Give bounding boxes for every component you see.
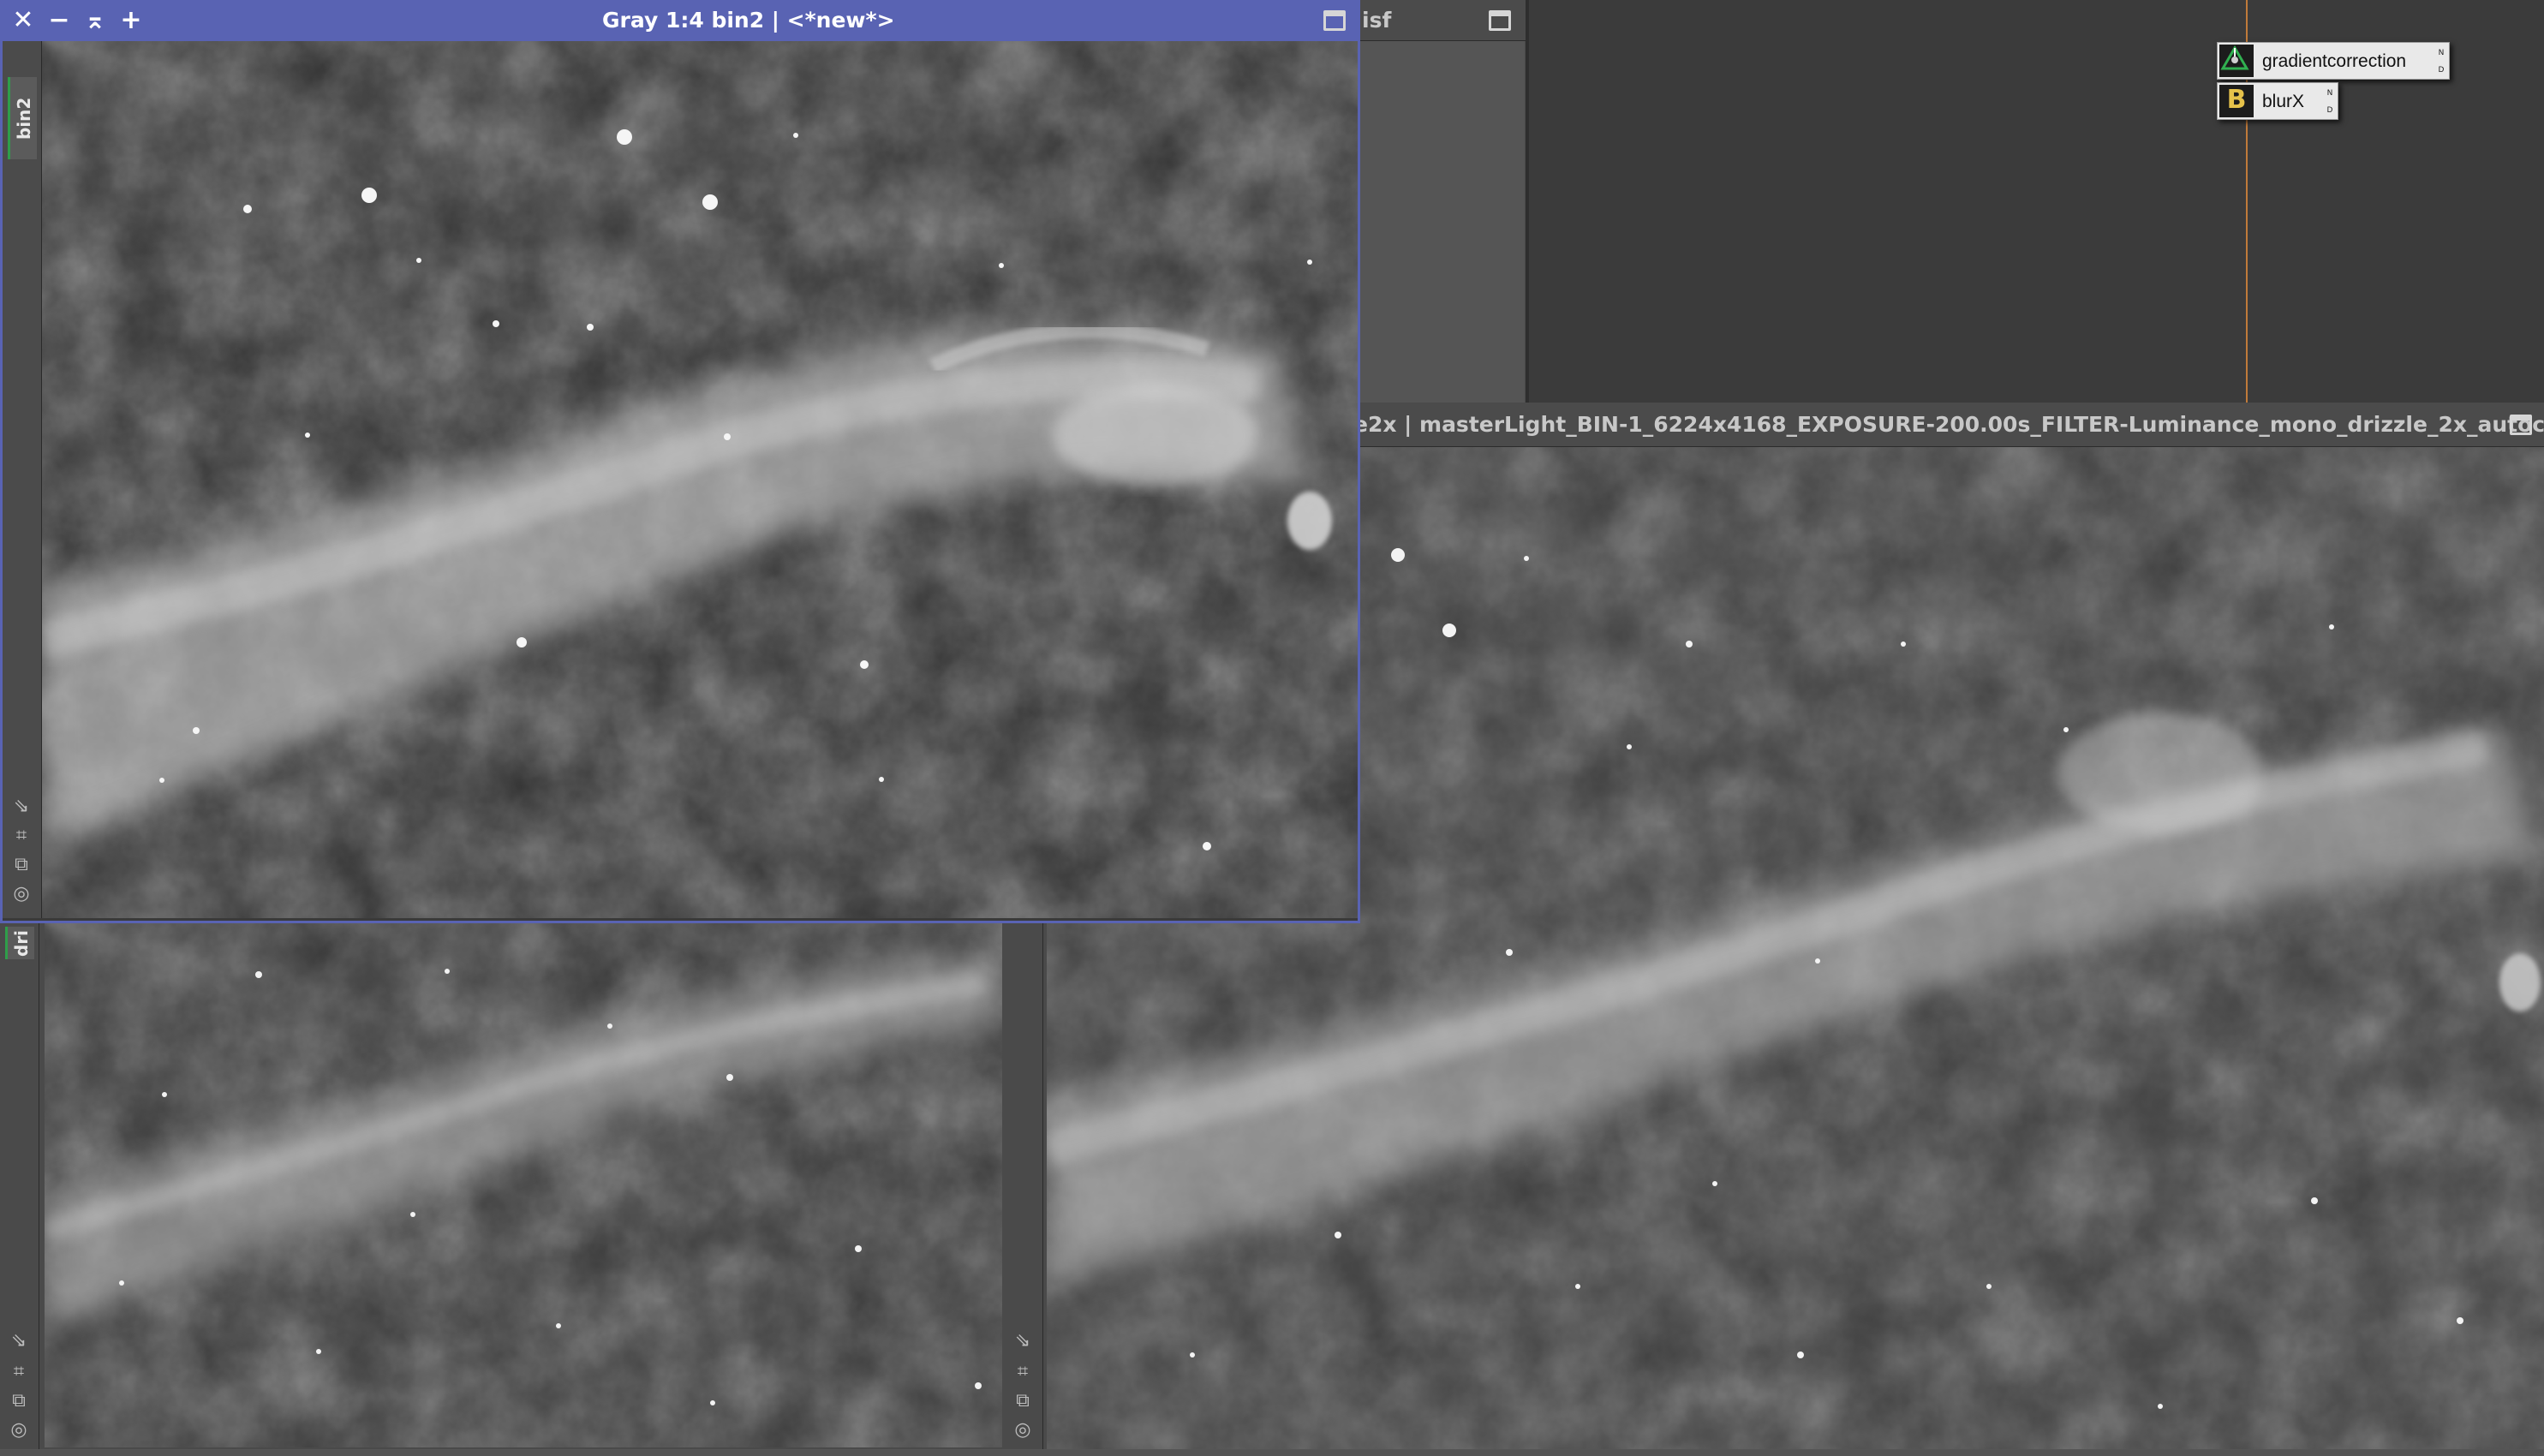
process-label: blurX <box>2262 92 2305 111</box>
copy-window-icon[interactable]: ⧉ <box>7 1389 31 1413</box>
side-tab-label[interactable]: dri <box>5 927 34 959</box>
process-label: gradientcorrection <box>2262 51 2407 71</box>
shade-icon[interactable]: ⌅ <box>80 5 110 36</box>
target-icon[interactable]: ◎ <box>9 882 33 906</box>
letter-b-icon: B <box>2219 85 2254 117</box>
process-icon-gradientcorrection[interactable]: gradientcorrection N D <box>2217 42 2450 80</box>
crop-frame-icon[interactable]: ⌗ <box>7 1360 31 1384</box>
gradient-correction-icon <box>2219 45 2254 77</box>
window-titlebar[interactable]: ✕ − ⌅ + Gray 1:4 bin2 | <*new*> <box>3 0 1358 41</box>
window-title: e2x | masterLight_BIN-1_6224x4168_EXPOSU… <box>1353 412 2544 437</box>
close-icon[interactable]: ✕ <box>8 5 39 36</box>
bottom-edge <box>0 1449 2544 1456</box>
crop-frame-icon[interactable]: ⌗ <box>9 824 33 848</box>
target-icon[interactable]: ◎ <box>1011 1418 1035 1442</box>
crop-frame-icon[interactable]: ⌗ <box>1011 1360 1035 1384</box>
maximize-icon[interactable] <box>1489 10 1511 31</box>
window-title: isf <box>1362 8 1392 33</box>
arrow-diagonal-icon[interactable]: ⇘ <box>7 1329 31 1353</box>
copy-window-icon[interactable]: ⧉ <box>1011 1389 1035 1413</box>
window-side-tab[interactable]: ⇘ ⌗ ⧉ ◎ <box>1004 923 1043 1456</box>
window-side-tab[interactable]: bin2 ⇘ ⌗ ⧉ ◎ <box>3 41 42 918</box>
window-title: Gray 1:4 bin2 | <*new*> <box>602 8 895 33</box>
maximize-icon[interactable] <box>1323 10 1346 31</box>
process-icon-blurx[interactable]: B blurX N D <box>2217 82 2338 120</box>
window-side-tab[interactable]: dri ⇘ ⌗ ⧉ ◎ <box>0 923 39 1456</box>
copy-window-icon[interactable]: ⧉ <box>9 853 33 877</box>
process-flag-n: N <box>2326 89 2333 98</box>
minimize-icon[interactable]: − <box>44 5 75 36</box>
arrow-diagonal-icon[interactable]: ⇘ <box>9 795 33 819</box>
image-window-active[interactable]: ✕ − ⌅ + Gray 1:4 bin2 | <*new*> bin2 ⇘ ⌗… <box>0 0 1360 923</box>
target-icon[interactable]: ◎ <box>7 1418 31 1442</box>
maximize-icon[interactable] <box>2510 415 2532 435</box>
maximize-plus-icon[interactable]: + <box>116 5 146 36</box>
process-flag-d: D <box>2326 106 2333 115</box>
arrow-diagonal-icon[interactable]: ⇘ <box>1011 1329 1035 1353</box>
window-canvas[interactable] <box>1353 41 1525 403</box>
letter-b-glyph: B <box>2226 85 2247 115</box>
process-flag-d: D <box>2438 66 2445 75</box>
side-tab-label[interactable]: bin2 <box>8 77 37 159</box>
image-canvas[interactable] <box>42 41 1358 918</box>
image-window-drizzle-left[interactable]: dri ⇘ ⌗ ⧉ ◎ <box>0 923 1004 1456</box>
image-canvas[interactable] <box>45 923 1002 1447</box>
process-flag-n: N <box>2438 49 2445 57</box>
